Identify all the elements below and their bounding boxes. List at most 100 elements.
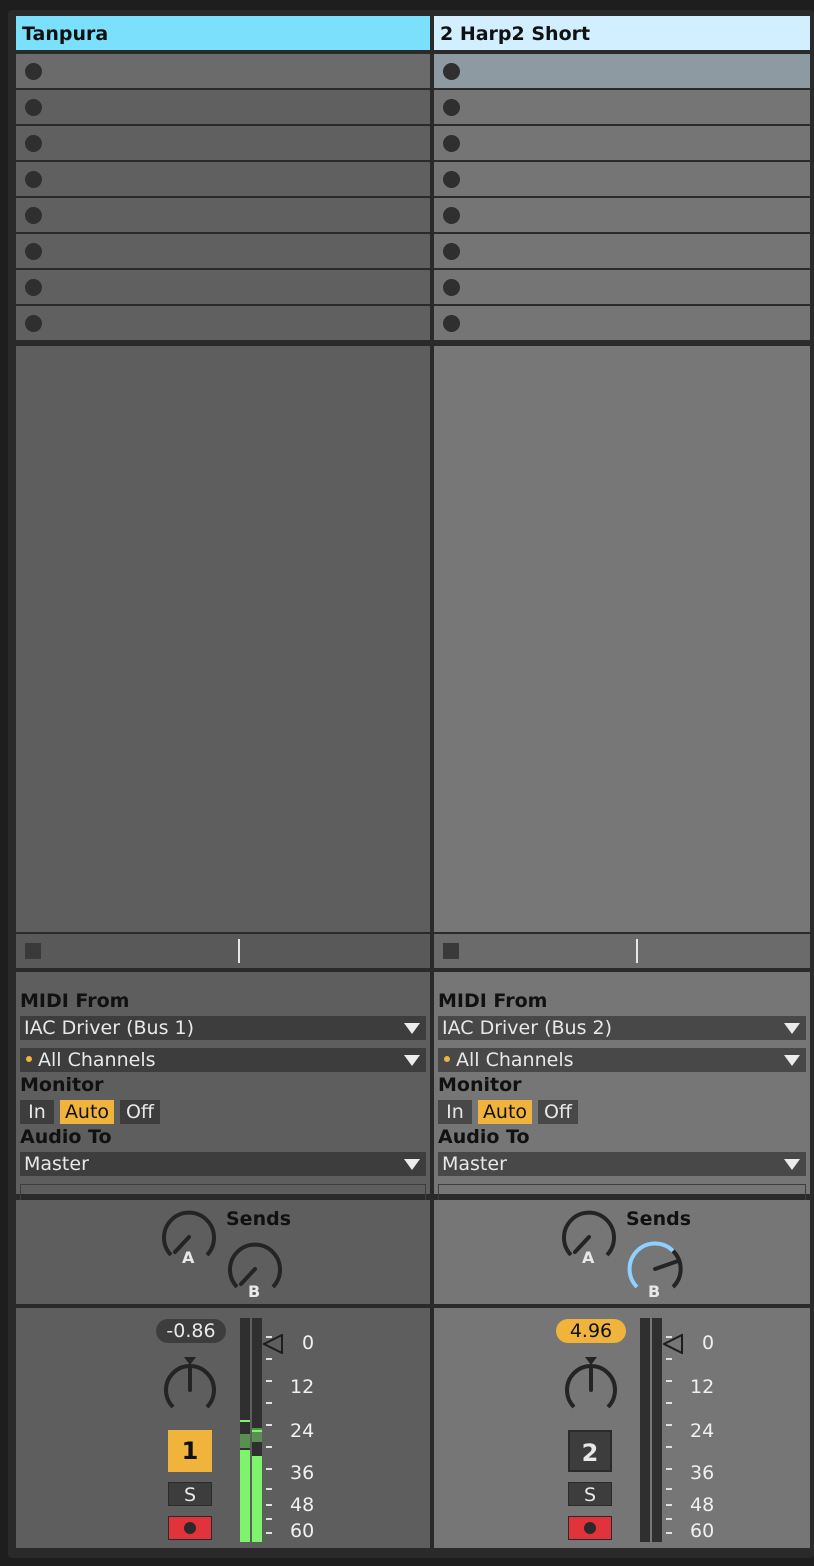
- empty-clip-area[interactable]: [434, 346, 810, 932]
- midi-channel-dropdown[interactable]: All Channels: [20, 1048, 426, 1072]
- clip-slot[interactable]: [16, 162, 430, 196]
- meter-scale-12: 12: [290, 1376, 315, 1398]
- record-slot-icon[interactable]: [443, 243, 460, 260]
- scale-tick: [666, 1424, 672, 1426]
- send-b-label: B: [248, 1282, 261, 1301]
- track-activator-button[interactable]: 2: [568, 1430, 612, 1472]
- record-arm-icon: [584, 1522, 596, 1534]
- meter-peak: [240, 1434, 250, 1448]
- scale-tick: [266, 1380, 272, 1382]
- monitor-in-button[interactable]: In: [438, 1100, 472, 1124]
- record-slot-icon[interactable]: [25, 243, 42, 260]
- solo-button[interactable]: S: [568, 1482, 612, 1506]
- track-title[interactable]: 2 Harp2 Short: [434, 16, 810, 50]
- clip-slot[interactable]: [16, 198, 430, 232]
- clip-slot[interactable]: [434, 270, 810, 304]
- track-activator-button[interactable]: 1: [168, 1430, 212, 1472]
- volume-readout[interactable]: -0.86: [156, 1319, 226, 1343]
- record-slot-icon[interactable]: [25, 315, 42, 332]
- monitor-off-button[interactable]: Off: [120, 1100, 160, 1124]
- record-slot-icon[interactable]: [443, 171, 460, 188]
- audio-output-value: Master: [24, 1153, 89, 1175]
- clip-slots: [434, 54, 810, 342]
- scale-tick: [666, 1402, 672, 1404]
- clip-slot[interactable]: [434, 90, 810, 124]
- level-meter-left: [240, 1318, 250, 1542]
- clip-slot[interactable]: [434, 234, 810, 268]
- pan-knob[interactable]: [161, 1355, 219, 1421]
- scale-tick: [266, 1424, 272, 1426]
- channel-dot-icon: [26, 1056, 32, 1062]
- send-b-label: B: [648, 1282, 661, 1301]
- record-slot-icon[interactable]: [25, 63, 42, 80]
- clip-slot[interactable]: [434, 198, 810, 232]
- scale-tick: [266, 1532, 272, 1534]
- scale-tick: [266, 1336, 272, 1338]
- record-slot-icon[interactable]: [443, 99, 460, 116]
- clip-slot[interactable]: [16, 54, 430, 88]
- midi-channel-dropdown[interactable]: All Channels: [438, 1048, 806, 1072]
- audio-output-dropdown[interactable]: Master: [438, 1152, 806, 1176]
- midi-input-value: IAC Driver (Bus 2): [442, 1017, 613, 1039]
- clip-slot[interactable]: [434, 162, 810, 196]
- io-section: MIDI From IAC Driver (Bus 2) All Channel…: [434, 972, 810, 1208]
- midi-channel-value: All Channels: [38, 1049, 156, 1071]
- clip-slot[interactable]: [434, 126, 810, 160]
- scale-tick: [666, 1504, 672, 1506]
- midi-input-dropdown[interactable]: IAC Driver (Bus 2): [438, 1016, 806, 1040]
- monitor-in-button[interactable]: In: [20, 1100, 54, 1124]
- track-title[interactable]: Tanpura: [16, 16, 430, 50]
- record-slot-icon[interactable]: [443, 315, 460, 332]
- monitor-label: Monitor: [20, 1074, 104, 1096]
- level-meter-right: [652, 1318, 662, 1542]
- clip-slot[interactable]: [16, 306, 430, 340]
- scale-tick: [666, 1336, 672, 1338]
- sends-label: Sends: [626, 1208, 692, 1230]
- meter-scale-36: 36: [290, 1462, 315, 1484]
- record-slot-icon[interactable]: [443, 207, 460, 224]
- monitor-auto-button[interactable]: Auto: [478, 1100, 532, 1124]
- sends-label: Sends: [226, 1208, 292, 1230]
- meter-peak-line: [252, 1430, 262, 1432]
- record-slot-icon[interactable]: [25, 99, 42, 116]
- clip-slot-selected[interactable]: [434, 54, 810, 88]
- monitor-off-button[interactable]: Off: [538, 1100, 578, 1124]
- meter-scale-36: 36: [690, 1462, 715, 1484]
- clip-slot[interactable]: [16, 90, 430, 124]
- record-slot-icon[interactable]: [25, 279, 42, 296]
- track-divider-handle[interactable]: [636, 939, 638, 963]
- volume-readout[interactable]: 4.96: [556, 1319, 626, 1343]
- scale-tick: [666, 1532, 672, 1534]
- stop-clips-button[interactable]: [443, 943, 459, 959]
- scale-tick: [266, 1446, 272, 1448]
- record-slot-icon[interactable]: [25, 171, 42, 188]
- scale-tick: [266, 1504, 272, 1506]
- pan-knob[interactable]: [562, 1355, 620, 1421]
- record-slot-icon[interactable]: [443, 63, 460, 80]
- scale-tick: [666, 1468, 672, 1470]
- arm-button[interactable]: [168, 1516, 212, 1540]
- clip-slot[interactable]: [434, 306, 810, 340]
- empty-clip-area[interactable]: [16, 346, 430, 932]
- meter-fill: [252, 1456, 262, 1542]
- stop-clips-button[interactable]: [25, 943, 41, 959]
- midi-input-dropdown[interactable]: IAC Driver (Bus 1): [20, 1016, 426, 1040]
- record-slot-icon[interactable]: [25, 207, 42, 224]
- record-slot-icon[interactable]: [443, 279, 460, 296]
- solo-button[interactable]: S: [168, 1482, 212, 1506]
- track-divider-handle[interactable]: [238, 939, 240, 963]
- clip-slot[interactable]: [16, 234, 430, 268]
- send-a-label: A: [182, 1248, 195, 1267]
- clip-slot[interactable]: [16, 126, 430, 160]
- monitor-label: Monitor: [438, 1074, 522, 1096]
- record-arm-icon: [184, 1522, 196, 1534]
- monitor-auto-button[interactable]: Auto: [60, 1100, 114, 1124]
- record-slot-icon[interactable]: [443, 135, 460, 152]
- meter-scale-0: 0: [302, 1332, 315, 1354]
- record-slot-icon[interactable]: [25, 135, 42, 152]
- arm-button[interactable]: [568, 1516, 612, 1540]
- dropdown-arrow-icon: [784, 1023, 800, 1034]
- audio-output-dropdown[interactable]: Master: [20, 1152, 426, 1176]
- mixer-section: 4.96 2 S 0 12 24 36 48 60: [434, 1308, 810, 1548]
- clip-slot[interactable]: [16, 270, 430, 304]
